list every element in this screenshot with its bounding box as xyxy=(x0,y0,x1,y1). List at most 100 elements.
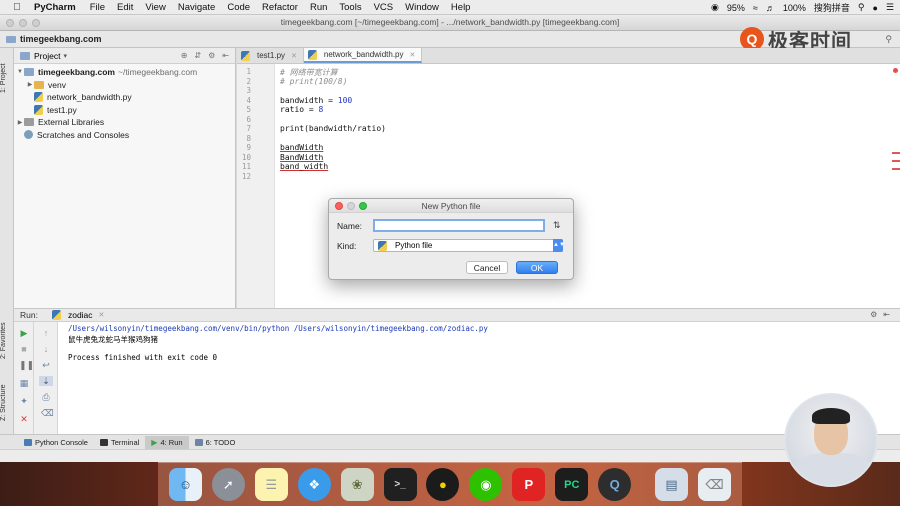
hide-panel-icon[interactable]: ⇤ xyxy=(883,310,890,319)
ok-button[interactable]: OK xyxy=(516,261,558,274)
python-file-icon xyxy=(241,50,250,61)
file-name-input[interactable] xyxy=(373,219,545,232)
dump-threads-icon[interactable]: ▦ xyxy=(19,378,29,388)
input-method-label[interactable]: 搜狗拼音 xyxy=(814,1,850,14)
close-dialog-button[interactable] xyxy=(335,202,343,210)
tab-python-console[interactable]: Python Console xyxy=(18,436,94,449)
qq-icon[interactable]: ● xyxy=(426,468,460,501)
favorites-tool-tab[interactable]: 2: Favorites xyxy=(0,316,14,366)
project-view-selector[interactable]: Project xyxy=(34,51,60,61)
collapsed-arrow-icon[interactable]: ▶ xyxy=(26,81,34,88)
python-console-icon xyxy=(24,438,32,446)
left-tool-strip: 1: Project 2: Favorites Z: Structure xyxy=(0,48,14,434)
tab-run[interactable]: ▶ 4: Run xyxy=(145,435,189,449)
tree-item-test1[interactable]: test1.py xyxy=(34,104,77,117)
tab-todo[interactable]: 6: TODO xyxy=(189,436,242,449)
scroll-to-end-icon[interactable]: ⇣ xyxy=(39,376,53,386)
record-icon[interactable]: ◉ xyxy=(711,2,719,13)
volume-icon[interactable]: ♬ xyxy=(766,3,775,13)
error-stripe-mark[interactable] xyxy=(892,152,900,154)
menu-list-icon[interactable]: ☰ xyxy=(886,2,894,13)
menu-refactor[interactable]: Refactor xyxy=(262,2,298,13)
notes-icon[interactable]: ☰ xyxy=(254,468,288,501)
rerun-icon[interactable]: ▶ xyxy=(19,328,29,338)
menu-file[interactable]: File xyxy=(90,2,105,13)
wifi-icon[interactable]: ≈ xyxy=(753,3,758,13)
chevron-down-icon[interactable]: ▾ xyxy=(63,52,67,60)
launchpad-icon[interactable]: ➚ xyxy=(211,468,245,501)
downloads-icon[interactable]: ▤ xyxy=(655,468,689,501)
pin-tab-icon[interactable]: ✦ xyxy=(19,396,29,406)
menu-help[interactable]: Help xyxy=(451,2,471,13)
trash-icon[interactable]: ⌫ xyxy=(41,408,54,418)
tree-item-root[interactable]: ▼ timegeekbang.com ~/timegeekbang.com xyxy=(16,66,197,79)
collapsed-arrow-icon[interactable]: ▶ xyxy=(16,119,24,126)
line-number: 9 xyxy=(246,143,251,152)
gear-icon[interactable]: ⚙ xyxy=(870,310,877,319)
tree-item-network-bandwidth[interactable]: network_bandwidth.py xyxy=(34,91,132,104)
menu-code[interactable]: Code xyxy=(227,2,250,13)
cancel-button[interactable]: Cancel xyxy=(466,261,508,274)
menu-window[interactable]: Window xyxy=(405,2,439,13)
tab-terminal[interactable]: Terminal xyxy=(94,436,145,449)
sort-icon[interactable]: ⇅ xyxy=(553,220,561,231)
soft-wrap-icon[interactable]: ↩ xyxy=(41,360,51,370)
menu-app-name[interactable]: PyCharm xyxy=(34,2,76,13)
tab-test1[interactable]: test1.py ✕ xyxy=(237,48,304,63)
print-icon[interactable]: ⎙ xyxy=(41,392,51,402)
apple-icon[interactable]:  xyxy=(10,2,24,13)
breadcrumb[interactable]: timegeekbang.com xyxy=(20,34,102,44)
close-tab-icon[interactable]: ✕ xyxy=(291,52,297,60)
menu-view[interactable]: View xyxy=(145,2,165,13)
stop-icon[interactable]: ■ xyxy=(19,344,29,354)
tree-item-scratches[interactable]: Scratches and Consoles xyxy=(24,129,129,142)
collapse-icon[interactable]: ⇵ xyxy=(194,51,201,60)
zoom-dialog-button[interactable] xyxy=(359,202,367,210)
user-icon[interactable]: ● xyxy=(872,3,877,13)
wps-icon[interactable]: P xyxy=(512,468,546,501)
safari-icon[interactable]: ❖ xyxy=(297,468,331,501)
tab-network-bandwidth[interactable]: network_bandwidth.py ✕ xyxy=(303,48,423,63)
pycharm-icon[interactable]: PC xyxy=(555,468,589,501)
dock: ☺ ➚ ☰ ❖ ❀ >_ ● ◉ P PC Q ▤ ⌫ xyxy=(158,462,742,506)
menu-run[interactable]: Run xyxy=(310,2,327,13)
close-tab-icon[interactable]: ✕ xyxy=(410,51,416,59)
error-stripe-mark[interactable] xyxy=(892,160,900,162)
search-everywhere-icon[interactable]: ⚲ xyxy=(885,34,892,45)
structure-tool-tab[interactable]: Z: Structure xyxy=(0,378,14,428)
run-console[interactable]: /Users/wilsonyin/timegeekbang.com/venv/b… xyxy=(58,322,900,434)
locate-icon[interactable]: ⊕ xyxy=(181,51,188,60)
code-line: band_width xyxy=(280,162,329,171)
kind-select[interactable]: Python file ▲▼ xyxy=(373,239,565,252)
pause-icon[interactable]: ❚❚ xyxy=(19,360,34,370)
error-stripe-mark[interactable] xyxy=(892,168,900,170)
hide-icon[interactable]: ⇤ xyxy=(222,51,229,60)
project-tool-tab[interactable]: 1: Project xyxy=(0,54,14,102)
terminal-app-icon[interactable]: >_ xyxy=(383,468,417,501)
close-icon[interactable]: ✕ xyxy=(19,414,29,424)
wechat-icon[interactable]: ◉ xyxy=(469,468,503,501)
menu-vcs[interactable]: VCS xyxy=(374,2,394,13)
menu-navigate[interactable]: Navigate xyxy=(178,2,216,13)
arrow-down-icon[interactable]: ↓ xyxy=(41,344,51,354)
scratches-icon xyxy=(24,130,33,140)
finder-icon[interactable]: ☺ xyxy=(168,468,202,501)
expanded-arrow-icon[interactable]: ▼ xyxy=(16,69,24,75)
arrow-up-icon[interactable]: ↑ xyxy=(41,328,51,338)
tab-label: test1.py xyxy=(257,51,286,60)
select-stepper-icon[interactable]: ▲▼ xyxy=(553,239,565,252)
menu-tools[interactable]: Tools xyxy=(339,2,361,13)
search-icon[interactable]: ⚲ xyxy=(858,2,865,13)
error-indicator-icon[interactable] xyxy=(893,68,898,73)
battery-label[interactable]: 100% xyxy=(783,3,806,13)
run-config-tab[interactable]: zodiac ✕ xyxy=(51,310,105,320)
quicktime-icon[interactable]: Q xyxy=(598,468,632,501)
run-icon: ▶ xyxy=(151,437,158,447)
tree-item-venv[interactable]: ▶ venv xyxy=(26,79,66,92)
close-run-tab-icon[interactable]: ✕ xyxy=(99,311,105,319)
tree-item-external-libraries[interactable]: ▶ External Libraries xyxy=(16,116,104,129)
trash-icon[interactable]: ⌫ xyxy=(697,468,731,501)
preview-icon[interactable]: ❀ xyxy=(340,468,374,501)
menu-edit[interactable]: Edit xyxy=(117,2,133,13)
gear-icon[interactable]: ⚙ xyxy=(208,51,215,60)
